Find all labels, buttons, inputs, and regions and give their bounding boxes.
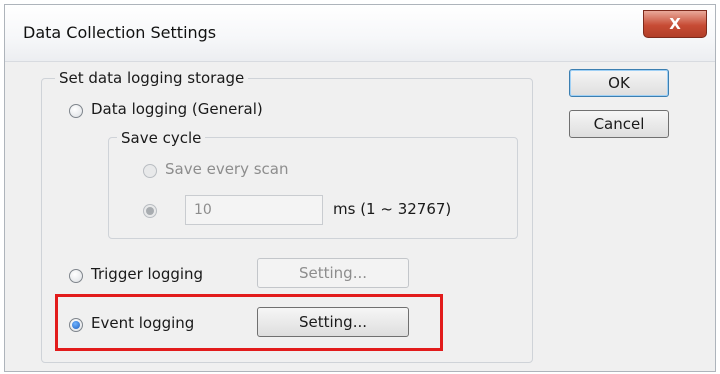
interval-unit-label: ms (1 ~ 32767) <box>333 200 452 218</box>
trigger-setting-button[interactable]: Setting... <box>257 258 409 288</box>
general-logging-label[interactable]: Data logging (General) <box>91 100 263 118</box>
ok-button[interactable]: OK <box>569 69 669 97</box>
cancel-button[interactable]: Cancel <box>569 110 669 138</box>
trigger-setting-label: Setting... <box>298 264 367 282</box>
interval-input[interactable]: 10 <box>185 195 323 225</box>
cancel-label: Cancel <box>593 115 645 133</box>
general-logging-radio[interactable] <box>69 104 83 118</box>
trigger-logging-radio[interactable] <box>69 269 83 283</box>
save-every-scan-label[interactable]: Save every scan <box>165 160 289 178</box>
title-bar[interactable]: Data Collection Settings X <box>5 5 715 62</box>
dialog-window: Data Collection Settings X Set data logg… <box>4 4 716 372</box>
ok-label: OK <box>608 74 630 92</box>
save-every-scan-radio[interactable] <box>143 164 157 178</box>
interval-radio[interactable] <box>143 204 157 218</box>
storage-group-title: Set data logging storage <box>55 69 249 87</box>
dialog-title: Data Collection Settings <box>23 23 217 42</box>
trigger-logging-label[interactable]: Trigger logging <box>91 265 203 283</box>
save-cycle-title: Save cycle <box>117 129 206 147</box>
close-icon: X <box>669 15 681 33</box>
close-button[interactable]: X <box>643 10 707 38</box>
interval-value: 10 <box>194 202 212 218</box>
highlight-box <box>55 294 443 351</box>
